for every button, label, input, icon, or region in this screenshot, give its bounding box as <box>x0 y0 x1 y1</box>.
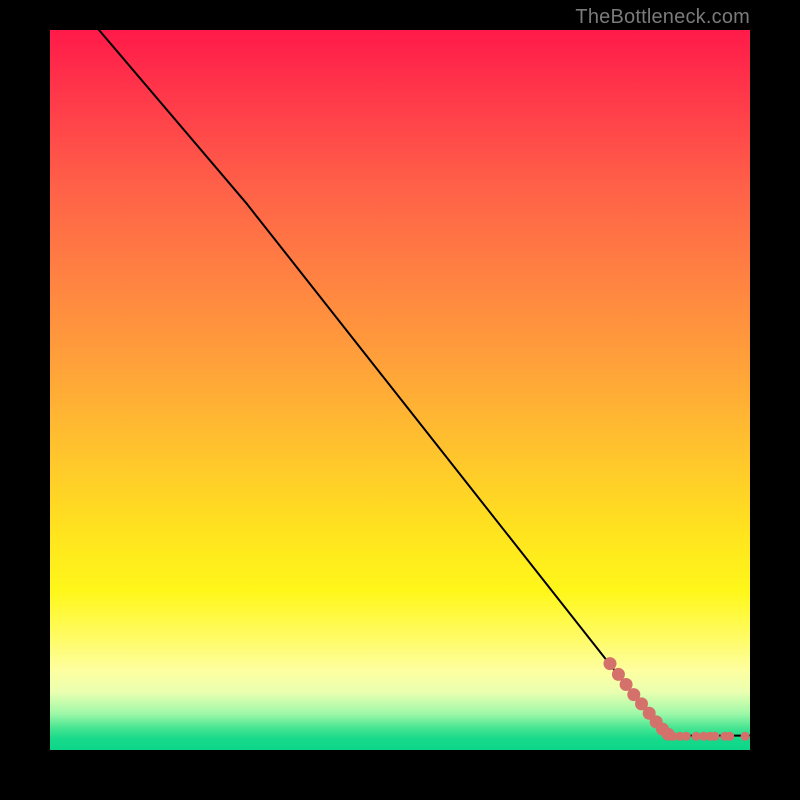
scatter-group <box>604 657 750 741</box>
attribution-label: TheBottleneck.com <box>575 6 750 29</box>
chart-frame: TheBottleneck.com <box>0 0 800 800</box>
curve-line <box>99 30 750 736</box>
data-point <box>741 732 750 741</box>
data-point <box>682 732 691 741</box>
data-point <box>692 732 701 741</box>
plot-area <box>50 30 750 750</box>
chart-overlay <box>50 30 750 750</box>
data-point <box>711 732 720 741</box>
data-point <box>604 657 617 670</box>
data-point <box>725 732 734 741</box>
